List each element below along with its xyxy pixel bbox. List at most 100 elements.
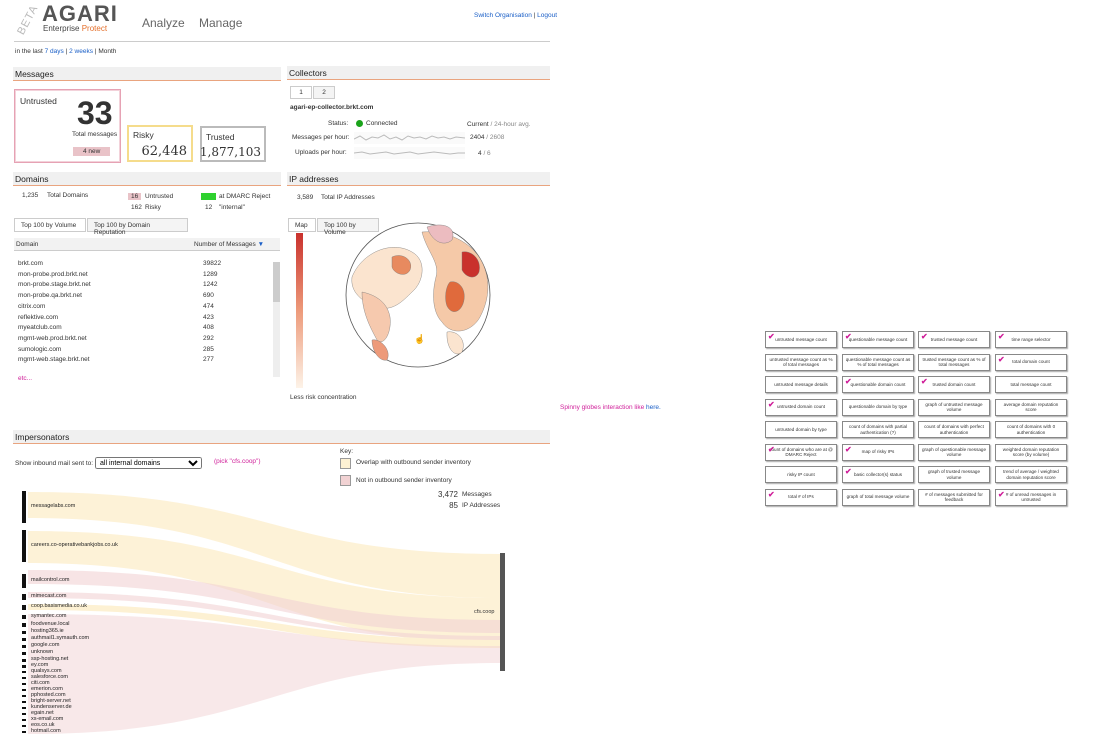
internal-count: 12 xyxy=(205,204,213,211)
domain-message-count: 277 xyxy=(203,356,214,364)
sort-desc-icon[interactable]: ▼ xyxy=(258,241,264,248)
source-node-bar[interactable] xyxy=(22,677,26,679)
time-range-separator: | xyxy=(65,48,68,55)
domain-name[interactable]: mon-probe.qa.brkt.net xyxy=(18,292,82,299)
source-node-bar[interactable] xyxy=(22,530,26,562)
risk-globe-map[interactable]: ☝ xyxy=(332,222,506,368)
feature-note-text: count of domains with partial authentica… xyxy=(848,424,908,435)
tab-map[interactable]: Map xyxy=(288,218,316,232)
tab-top-volume[interactable]: Top 100 by Volume xyxy=(14,218,86,232)
table-row[interactable]: reflektive.com 423 xyxy=(18,314,288,321)
untrusted-domains-count: 16 xyxy=(128,193,142,200)
source-node-bar[interactable] xyxy=(22,574,26,588)
feature-note: untrusted message details xyxy=(765,376,837,393)
collector-tab-2[interactable]: 2 xyxy=(313,86,335,99)
table-row[interactable]: mgmt-web.stage.brkt.net 277 xyxy=(18,356,288,363)
feature-note: total message count xyxy=(995,376,1067,393)
feature-note-text: # of messages submitted for feedback xyxy=(925,491,983,502)
source-node-bar[interactable] xyxy=(22,695,26,697)
trusted-card[interactable]: Trusted 1,877,103 xyxy=(200,126,266,162)
source-node-bar[interactable] xyxy=(22,731,26,733)
dmarc-label: at DMARC Reject xyxy=(219,193,271,200)
feature-note: untrusted message count as % of total me… xyxy=(765,353,837,371)
domain-message-count: 39822 xyxy=(203,260,222,267)
domain-name[interactable]: citrix.com xyxy=(18,303,45,310)
avg-label: / 24-hour avg. xyxy=(490,121,531,128)
table-row[interactable]: sumologic.com 285 xyxy=(18,346,288,353)
logout-link[interactable]: Logout xyxy=(537,12,557,19)
total-domains-label: Total Domains xyxy=(47,192,89,199)
source-node-bar[interactable] xyxy=(22,630,26,634)
time-range-month[interactable]: Month xyxy=(98,48,116,55)
switch-organisation-link[interactable]: Switch Organisation xyxy=(474,12,532,19)
time-range-7days[interactable]: 7 days xyxy=(45,48,64,55)
feature-note: ✔ trusted message count xyxy=(918,331,990,348)
checkmark-icon: ✔ xyxy=(845,332,852,341)
table-row[interactable]: citrix.com 474 xyxy=(18,303,288,310)
source-node-bar[interactable] xyxy=(22,725,26,727)
source-node-bar[interactable] xyxy=(22,604,26,610)
source-node-bar[interactable] xyxy=(22,664,26,668)
domains-etc-link[interactable]: etc... xyxy=(18,375,32,382)
table-row[interactable]: brkt.com 39822 xyxy=(18,260,288,267)
source-node-label: hosting365.ie xyxy=(31,628,64,634)
untrusted-card[interactable]: Untrusted 33 Total messages 4 new xyxy=(14,89,121,163)
pick-hint: (pick "cfs.coop") xyxy=(214,458,261,465)
source-node-bar[interactable] xyxy=(22,644,26,648)
source-node-bar[interactable] xyxy=(22,683,26,685)
col-domain-header[interactable]: Domain xyxy=(16,241,38,248)
current-avg-label: Current / 24-hour avg. xyxy=(467,121,531,128)
source-node-bar[interactable] xyxy=(22,651,26,655)
product-prefix: Enterprise xyxy=(43,24,80,33)
source-node-bar[interactable] xyxy=(22,594,26,600)
domain-name[interactable]: mon-probe.stage.brkt.net xyxy=(18,281,91,288)
table-row[interactable]: mon-probe.prod.brkt.net 1289 xyxy=(18,271,288,278)
collector-tab-1[interactable]: 1 xyxy=(290,86,312,99)
checkmark-icon: ✔ xyxy=(845,467,852,476)
source-node-bar[interactable] xyxy=(22,719,26,721)
inbound-domain-select[interactable]: all internal domains xyxy=(95,457,202,469)
source-node-bar[interactable] xyxy=(22,658,26,662)
domain-message-count: 292 xyxy=(203,334,214,342)
uph-sparkline-bg xyxy=(354,147,465,159)
time-range-2weeks[interactable]: 2 weeks xyxy=(69,48,93,55)
source-node-bar[interactable] xyxy=(22,623,26,627)
table-row[interactable]: mon-probe.qa.brkt.net 690 xyxy=(18,292,288,299)
nav-analyze[interactable]: Analyze xyxy=(142,16,185,30)
domain-name[interactable]: sumologic.com xyxy=(18,346,61,353)
mph-label: Messages per hour: xyxy=(292,134,350,141)
source-node-label: unknown xyxy=(31,649,54,655)
uph-current: 4 xyxy=(478,150,482,157)
source-node-bar[interactable] xyxy=(22,491,26,523)
new-badge[interactable]: 4 new xyxy=(73,147,111,156)
source-node-bar[interactable] xyxy=(22,707,26,709)
source-node-bar[interactable] xyxy=(22,637,26,641)
impersonators-sankey[interactable] xyxy=(20,488,510,738)
feature-note: risky IP count xyxy=(765,466,837,483)
checkmark-icon: ✔ xyxy=(768,399,775,409)
globe-annotation-link[interactable]: here. xyxy=(646,404,661,411)
nav-manage[interactable]: Manage xyxy=(199,16,242,30)
target-node-bar xyxy=(500,553,505,671)
feature-note-text: count of domains with 0 authentication xyxy=(1006,424,1056,435)
table-row[interactable]: mon-probe.stage.brkt.net 1242 xyxy=(18,281,288,288)
source-node-bar[interactable] xyxy=(22,713,26,715)
source-node-bar[interactable] xyxy=(22,615,26,619)
table-row[interactable]: myeatclub.com 408 xyxy=(18,324,288,331)
source-node-bar[interactable] xyxy=(22,701,26,703)
domain-name[interactable]: reflektive.com xyxy=(18,314,58,321)
source-node-bar[interactable] xyxy=(22,671,26,673)
feature-note-text: trusted domain count xyxy=(932,381,976,387)
source-node-bar[interactable] xyxy=(22,689,26,691)
table-row[interactable]: mgmt-web.prod.brkt.net 292 xyxy=(18,335,288,342)
risky-card[interactable]: Risky 62,448 xyxy=(127,125,193,162)
domain-name[interactable]: myeatclub.com xyxy=(18,324,62,331)
domain-name[interactable]: mgmt-web.prod.brkt.net xyxy=(18,335,87,342)
domain-name[interactable]: mgmt-web.stage.brkt.net xyxy=(18,356,90,363)
tab-top-reputation[interactable]: Top 100 by Domain Reputation xyxy=(87,218,188,236)
feature-note: ✔ total domain count xyxy=(995,353,1067,371)
col-count-header[interactable]: Number of Messages ▼ xyxy=(194,241,264,248)
domain-name[interactable]: brkt.com xyxy=(18,260,43,267)
collector-host: agari-ep-collector.brkt.com xyxy=(290,104,374,111)
domain-name[interactable]: mon-probe.prod.brkt.net xyxy=(18,271,88,278)
